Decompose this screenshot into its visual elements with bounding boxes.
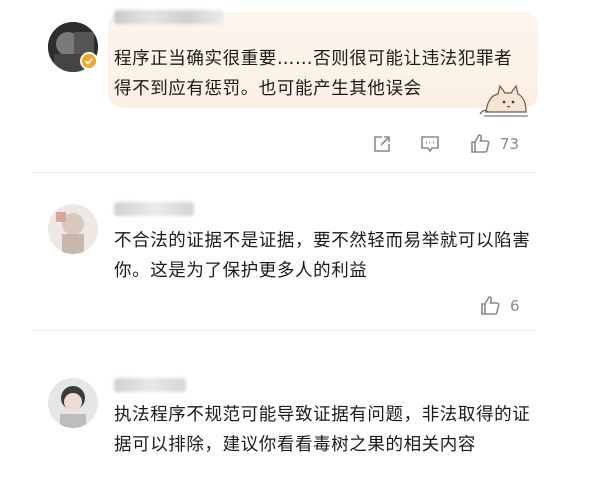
comment-item-1: 程序正当确实很重要……否则很可能让违法犯罪者得不到应有惩罚。也可能产生其他误会 xyxy=(0,0,598,170)
comment-text: 执法程序不规范可能导致证据有问题，非法取得的证据可以排除，建议你看看毒树之果的相… xyxy=(114,405,531,455)
avatar[interactable] xyxy=(48,204,98,254)
comment-icon[interactable] xyxy=(418,132,442,156)
username[interactable] xyxy=(114,10,224,24)
comment-actions: 73 xyxy=(360,132,530,156)
like-count: 73 xyxy=(500,135,520,153)
like-count: 6 xyxy=(510,297,520,315)
avatar-image xyxy=(48,378,98,428)
comment-text: 程序正当确实很重要……否则很可能让违法犯罪者得不到应有惩罚。也可能产生其他误会 xyxy=(114,49,513,99)
avatar[interactable] xyxy=(48,378,98,428)
verified-badge-icon xyxy=(80,52,98,70)
comment-item-3: 执法程序不规范可能导致证据有问题，非法取得的证据可以排除，建议你看看毒树之果的相… xyxy=(0,360,598,495)
comment-text: 不合法的证据不是证据，要不然轻而易举就可以陷害你。这是为了保护更多人的利益 xyxy=(114,231,531,281)
comment-item-2: 不合法的证据不是证据，要不然轻而易举就可以陷害你。这是为了保护更多人的利益 6 xyxy=(0,190,598,340)
cat-sticker-icon xyxy=(478,82,532,120)
thumbs-up-icon[interactable] xyxy=(468,132,492,156)
username[interactable] xyxy=(114,378,186,392)
divider xyxy=(34,330,534,331)
thumbs-up-icon[interactable] xyxy=(478,294,502,318)
avatar-image xyxy=(48,204,98,254)
divider xyxy=(34,172,534,173)
comment-actions: 6 xyxy=(360,294,530,318)
share-icon[interactable] xyxy=(370,132,394,156)
username[interactable] xyxy=(114,202,194,216)
